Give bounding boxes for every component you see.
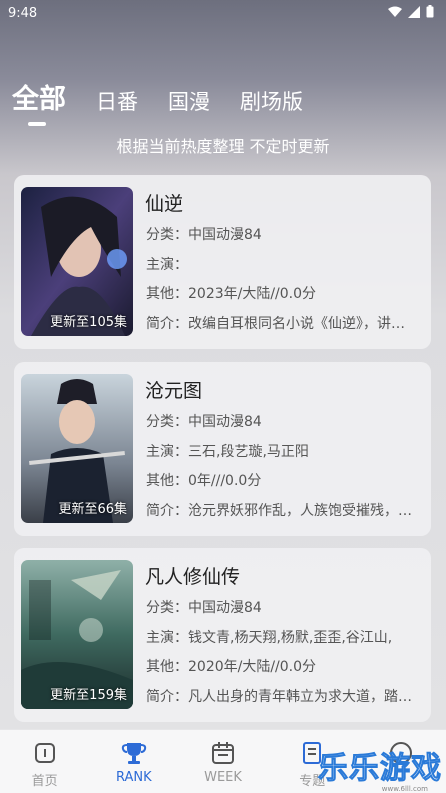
tab-movie[interactable]: 剧场版 [240,86,303,116]
anime-other: 其他：0年///0.0分 [146,473,262,489]
wifi-icon [388,6,402,21]
tab-all[interactable]: 全部 [12,77,66,126]
anime-intro: 简介：改编自耳根同名小说《仙逆》，讲述了乡村平凡少年王林以心中之感动，逆仙而修，… [146,316,416,332]
anime-cast: 主演：三石,段艺璇,马正阳 [146,444,309,460]
episode-badge: 更新至105集 [50,315,127,330]
nav-week-label: WEEK [204,770,242,785]
nav-rank-label: RANK [115,770,152,785]
anime-other: 其他：2020年/大陆//0.0分 [146,659,317,675]
anime-card[interactable]: 更新至66集 沧元图 分类：中国动漫84 主演：三石,段艺璇,马正阳 其他：0年… [14,362,431,536]
site-watermark: 乐乐游戏 [318,751,442,787]
anime-card[interactable]: 更新至105集 仙逆 分类：中国动漫84 主演： 其他：2023年/大陆//0.… [14,175,431,349]
anime-category: 分类：中国动漫84 [146,600,262,616]
nav-home[interactable]: 首页 [0,730,89,793]
category-tabs: 全部 日番 国漫 剧场版 [12,76,333,126]
poster-image: 更新至66集 [21,374,133,523]
anime-title: 凡人修仙传 [145,566,241,588]
anime-title: 沧元图 [145,380,203,402]
anime-cast: 主演： [146,257,188,273]
tab-japanese[interactable]: 日番 [96,86,138,116]
anime-title: 仙逆 [145,193,184,215]
anime-intro: 简介：凡人出身的青年韩立为求大道，踏上修仙之路 [146,689,416,705]
ranking-subtitle: 根据当前热度整理 不定时更新 [116,137,330,156]
status-icons [388,5,434,21]
anime-cast: 主演：钱文青,杨天翔,杨默,歪歪,谷江山, [146,630,393,646]
status-bar: 9:48 [0,0,446,26]
anime-intro: 简介：沧元界妖邪作乱，人族饱受摧残，孟川自幼习武修炼 [146,503,416,519]
anime-card[interactable]: 更新至159集 凡人修仙传 分类：中国动漫84 主演：钱文青,杨天翔,杨默,歪歪… [14,548,431,722]
nav-rank[interactable]: RANK [89,730,178,793]
poster-image: 更新至159集 [21,560,133,709]
anime-other: 其他：2023年/大陆//0.0分 [146,286,317,302]
nav-week[interactable]: WEEK [178,730,267,793]
nav-home-label: 首页 [31,774,58,789]
trophy-icon [121,740,147,766]
anime-category: 分类：中国动漫84 [146,414,262,430]
episode-badge: 更新至66集 [58,502,127,517]
tab-chinese[interactable]: 国漫 [168,86,210,116]
battery-icon [426,5,434,21]
signal-icon [408,5,420,21]
home-icon [32,740,58,766]
episode-badge: 更新至159集 [50,688,127,703]
calendar-icon [210,740,236,766]
anime-category: 分类：中国动漫84 [146,227,262,243]
status-time: 9:48 [8,5,38,21]
poster-image: 更新至105集 [21,187,133,336]
watermark-url: www.6lll.com [381,785,428,793]
